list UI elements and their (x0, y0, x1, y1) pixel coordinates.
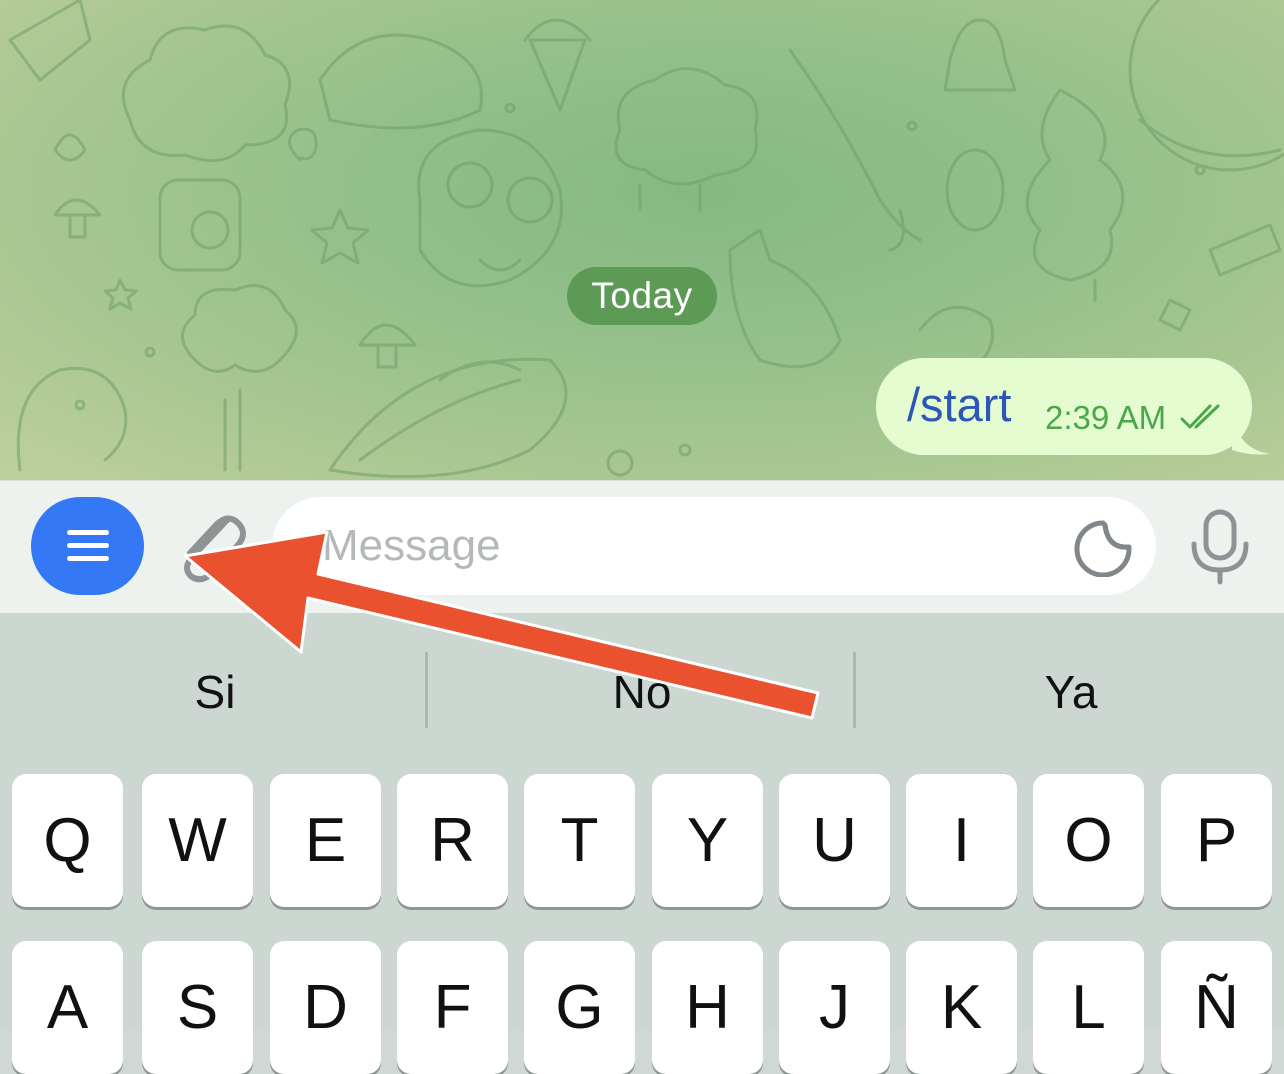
key-p[interactable]: P (1161, 774, 1272, 907)
message-time: 2:39 AM (1045, 399, 1167, 436)
suggestion-divider (853, 652, 856, 728)
paperclip-icon[interactable] (170, 505, 250, 585)
key-e[interactable]: E (270, 774, 381, 907)
key-w[interactable]: W (142, 774, 253, 907)
menu-icon-line (67, 530, 109, 535)
menu-icon-line (67, 556, 109, 561)
key-q[interactable]: Q (12, 774, 123, 907)
sticker-icon[interactable] (1072, 519, 1134, 577)
key-g[interactable]: G (524, 941, 635, 1074)
suggestion-1[interactable]: Si (65, 660, 365, 724)
bot-menu-button[interactable] (31, 497, 144, 595)
key-s[interactable]: S (142, 941, 253, 1074)
double-check-icon (1180, 404, 1220, 429)
key-j[interactable]: J (779, 941, 890, 1074)
key-l[interactable]: L (1033, 941, 1144, 1074)
message-text: /start (907, 378, 1012, 431)
key-h[interactable]: H (652, 941, 763, 1074)
key-k[interactable]: K (906, 941, 1017, 1074)
key-i[interactable]: I (906, 774, 1017, 907)
chat-area: Today /start 2:39 AM (0, 0, 1284, 480)
key-n-tilde[interactable]: Ñ (1161, 941, 1272, 1074)
date-separator: Today (567, 267, 717, 325)
bubble-tail (1232, 420, 1270, 455)
key-u[interactable]: U (779, 774, 890, 907)
suggestion-divider (425, 652, 428, 728)
key-f[interactable]: F (397, 941, 508, 1074)
menu-icon-line (67, 543, 109, 548)
key-t[interactable]: T (524, 774, 635, 907)
suggestion-3[interactable]: Ya (921, 660, 1221, 724)
key-y[interactable]: Y (652, 774, 763, 907)
key-a[interactable]: A (12, 941, 123, 1074)
key-r[interactable]: R (397, 774, 508, 907)
message-input[interactable] (272, 497, 1156, 595)
suggestion-2[interactable]: No (492, 660, 792, 724)
microphone-icon[interactable] (1188, 508, 1252, 586)
key-d[interactable]: D (270, 941, 381, 1074)
key-o[interactable]: O (1033, 774, 1144, 907)
